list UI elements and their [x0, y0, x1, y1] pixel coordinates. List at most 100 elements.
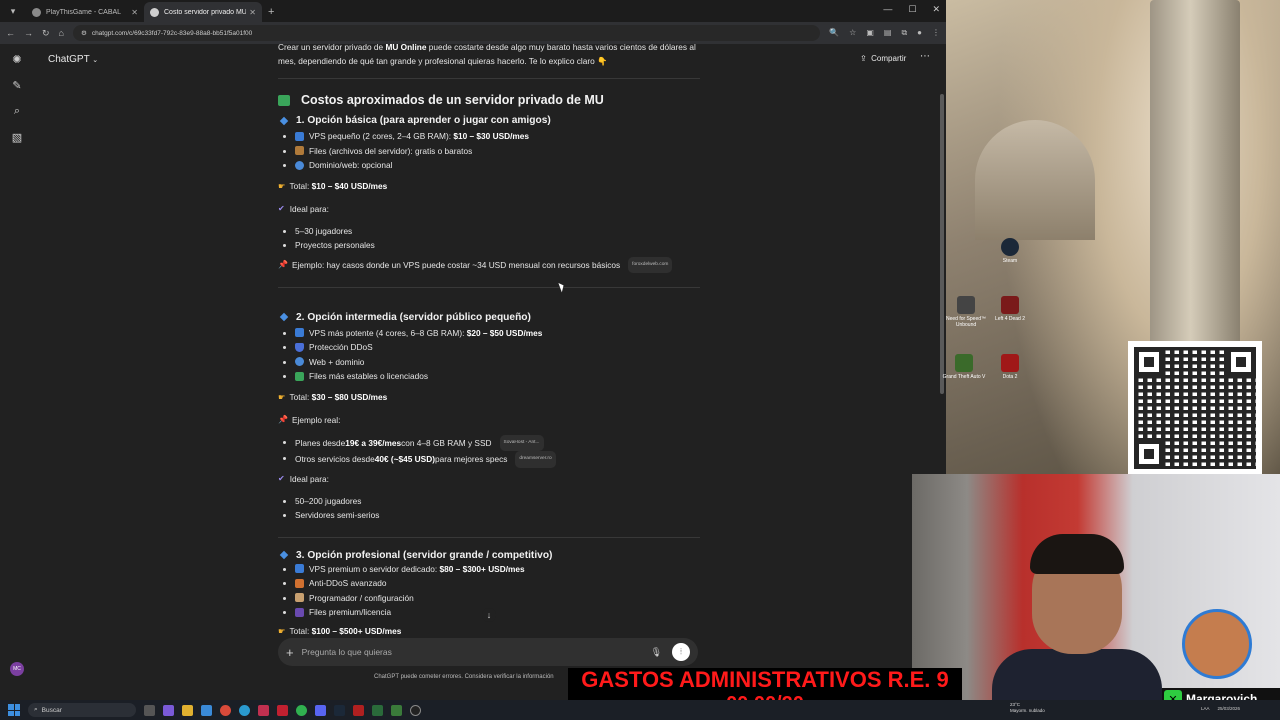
user-avatar[interactable]: MC [10, 662, 24, 676]
source-chip[interactable]: foroxdelweb.com [628, 256, 673, 273]
close-icon[interactable]: ✕ [131, 8, 138, 17]
item-text: Protección DDoS [309, 342, 373, 352]
bookmark-star-icon[interactable]: ☆ [849, 28, 856, 38]
copilot-icon[interactable] [163, 704, 174, 716]
item-text: VPS pequeño (2 cores, 2–4 GB RAM): [309, 131, 452, 141]
site-info-icon[interactable]: ⚙ [81, 29, 87, 37]
source-chip[interactable]: dreamserver.ro [515, 451, 556, 468]
obs-icon[interactable] [410, 704, 421, 716]
qr-pattern [1134, 347, 1256, 469]
total-label: Total: [289, 180, 310, 191]
item-bold: $10 – $30 USD/mes [453, 131, 530, 141]
new-tab-button[interactable]: + [268, 6, 274, 18]
whatsapp-icon[interactable] [296, 704, 307, 716]
minimize-icon[interactable]: — [883, 4, 892, 15]
qr-code [1128, 341, 1262, 475]
home-icon[interactable]: ⌂ [59, 28, 64, 38]
list-item: Otros servicios desde 40€ (~$45 USD) par… [278, 451, 698, 468]
app-icon[interactable] [372, 704, 383, 716]
language-indicator[interactable]: LAA [1201, 706, 1210, 711]
desktop-icon-dota2[interactable]: Dota 2 [988, 354, 1032, 380]
globe-icon [295, 160, 304, 170]
clock-date[interactable]: 25/03/2026 [1217, 706, 1240, 711]
qr-finder [1226, 347, 1256, 377]
desktop-icon-label: Left 4 Dead 2 [994, 316, 1026, 322]
app-icon[interactable] [277, 704, 288, 716]
nfs-icon [957, 296, 975, 314]
composer[interactable]: + Pregunta lo que quieras 🎙 ⦙ [278, 638, 698, 666]
app-icon[interactable] [353, 704, 364, 716]
scroll-down-button[interactable]: ↓ [482, 608, 496, 622]
list-item: Protección DDoS [278, 340, 698, 355]
tab-search-icon[interactable]: ▾ [4, 2, 22, 20]
divider [278, 78, 700, 79]
library-icon[interactable]: ▧ [10, 130, 24, 144]
task-view-icon[interactable] [144, 704, 155, 716]
edge-icon[interactable] [239, 704, 250, 716]
share-button[interactable]: ⇪ Compartir [860, 54, 906, 63]
voice-mode-button[interactable]: ⦙ [672, 643, 690, 661]
microphone-icon[interactable]: 🎙 [651, 647, 662, 658]
photos-icon[interactable] [201, 704, 212, 716]
extension-icon[interactable]: ▤ [884, 28, 892, 38]
file-explorer-icon[interactable] [182, 704, 193, 716]
check-icon: ✔ [278, 473, 285, 483]
browser-menu-icon[interactable]: ⋮ [932, 28, 940, 38]
example-text: Ejemplo: hay casos donde un VPS puede co… [291, 259, 621, 270]
extension-icon[interactable]: ▣ [866, 28, 874, 38]
search-icon[interactable]: ⌕ [10, 104, 24, 118]
option-heading: 1. Opción básica (para aprender o jugar … [278, 115, 698, 126]
app-icon[interactable] [391, 704, 402, 716]
search-icon: ⌕ [34, 706, 38, 713]
option-title: 3. Opción profesional (servidor grande /… [296, 549, 553, 561]
item-text: Otros servicios desde [295, 454, 375, 464]
item-text: 5–30 jugadores [295, 225, 353, 236]
scrollbar[interactable] [940, 94, 944, 394]
option-heading: 2. Opción intermedia (servidor público p… [278, 312, 698, 323]
weather-widget[interactable]: 23°C Mayorm. nublado [1010, 702, 1045, 714]
discord-icon[interactable] [315, 704, 326, 716]
forward-icon[interactable]: → [24, 28, 33, 38]
source-chip[interactable]: SovaHost - Ant... [499, 434, 544, 451]
tab-bar: ▾ PlayThisGame - CABAL ✕ Costo servidor … [0, 0, 946, 22]
prompt-input[interactable]: Pregunta lo que quieras [302, 647, 651, 657]
zoom-icon[interactable]: 🔍 [829, 28, 839, 38]
tab-playthisgame[interactable]: PlayThisGame - CABAL ✕ [26, 2, 144, 22]
desktop-icon-l4d2[interactable]: Left 4 Dead 2 [988, 296, 1032, 322]
back-icon[interactable]: ← [6, 28, 15, 38]
desktop-icon-gta[interactable]: Grand Theft Auto V [942, 354, 986, 380]
more-options-icon[interactable]: ⋯ [920, 51, 930, 62]
add-attachment-icon[interactable]: + [286, 645, 294, 660]
model-selector[interactable]: ChatGPT ⌄ [48, 54, 98, 65]
intro-bold: MU Online [385, 42, 427, 52]
puzzle-icon[interactable]: ⧉ [901, 28, 907, 38]
tab-costo-servidor[interactable]: Costo servidor privado MU ✕ [144, 2, 262, 22]
qr-finder [1134, 439, 1164, 469]
total-label: Total: [289, 391, 310, 402]
taskbar-search[interactable]: ⌕ Buscar [28, 703, 136, 717]
reload-icon[interactable]: ↻ [42, 28, 50, 39]
steam-icon[interactable] [334, 704, 345, 716]
desktop-icon-steam[interactable]: Steam [988, 238, 1032, 264]
openai-logo-icon[interactable]: ✺ [10, 52, 24, 66]
chrome-icon[interactable] [220, 704, 231, 716]
search-label: Buscar [41, 706, 62, 714]
ideal-list: 50–200 jugadores Servidores semi-serios [278, 494, 698, 523]
tab-title: Costo servidor privado MU [164, 8, 247, 16]
desktop-icon-nfs[interactable]: Need for Speed™ Unbound [944, 296, 988, 328]
new-chat-icon[interactable]: ✎ [10, 78, 24, 92]
profile-avatar-icon[interactable]: ● [917, 28, 922, 38]
item-bold: 19€ a 39€/mes [345, 437, 402, 448]
windows-start-icon[interactable] [8, 704, 20, 716]
url-field[interactable]: ⚙ chatgpt.com/c/69c33fd7-792c-83e9-88a8-… [72, 25, 821, 41]
list-item: Planes desde 19€ a 39€/mes con 4–8 GB RA… [278, 434, 698, 451]
fire-shield-icon [295, 578, 304, 588]
item-text: Planes desde [295, 437, 346, 448]
item-text: Files (archivos del servidor): gratis o … [309, 145, 473, 156]
close-icon[interactable]: ✕ [249, 8, 256, 17]
maximize-icon[interactable]: ☐ [908, 4, 916, 15]
app-icon[interactable] [258, 704, 269, 716]
item-bold: $80 – $300+ USD/mes [439, 563, 525, 574]
ideal-label: Ideal para: [289, 203, 329, 214]
close-window-icon[interactable]: ✕ [932, 4, 940, 15]
